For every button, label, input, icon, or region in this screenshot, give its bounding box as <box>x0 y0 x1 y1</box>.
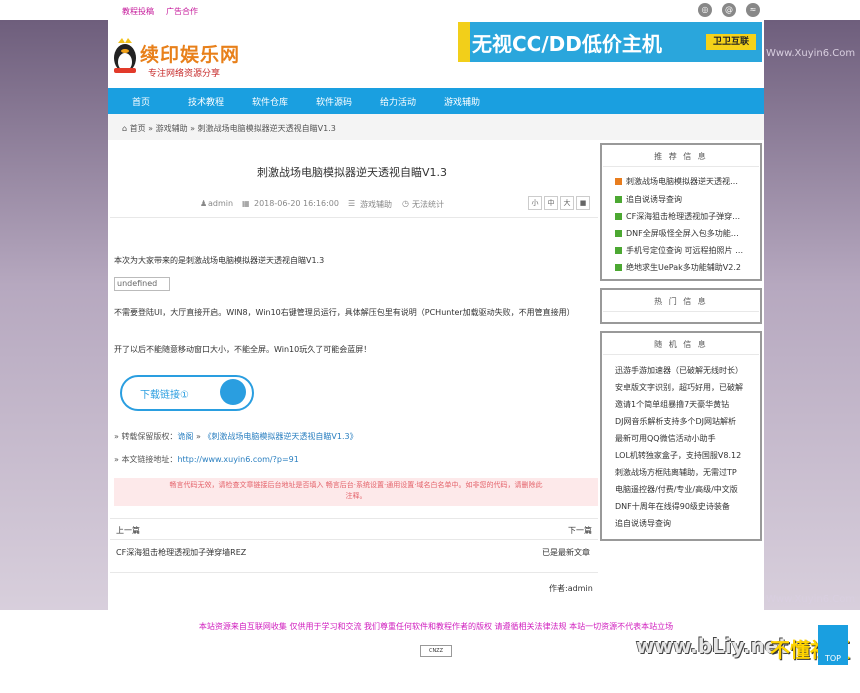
reprint-site-link[interactable]: 诡阁 <box>177 432 193 441</box>
random-item[interactable]: 安卓版文字识别，超巧好用，已破解 <box>615 382 743 393</box>
recommend-item[interactable]: 手机号定位查询 可远程拍照片 … <box>626 245 743 256</box>
nav-events[interactable]: 给力活动 <box>380 95 416 108</box>
article-date: 2018-06-20 16:16:00 <box>254 199 339 208</box>
weibo-icon[interactable]: @ <box>722 3 736 17</box>
hot-title: 热 门 信 息 <box>654 297 708 306</box>
site-watermark: Www.Xuyin6.Com <box>766 594 856 605</box>
cnzz-stats-badge[interactable]: CNZZ <box>420 645 452 657</box>
back-to-top-button[interactable]: TOP <box>818 625 848 665</box>
recommend-item[interactable]: 追自说诱导查询 <box>626 194 682 205</box>
top-link-contribute[interactable]: 教程投稿 <box>122 6 154 17</box>
permalink-line: » 本文链接地址：http://www.xuyin6.com/?p=91 <box>114 455 299 464</box>
reprint-title-link[interactable]: 《刺激战场电脑模拟器逆天透视自瞄V1.3》 <box>203 432 357 441</box>
banner-text: 无视CC/DD低价主机 <box>472 32 662 56</box>
list-bullet-icon <box>615 196 622 203</box>
qq-icon[interactable]: ◎ <box>698 3 712 17</box>
breadcrumb-category[interactable]: 游戏辅助 <box>156 124 188 133</box>
font-size-large-button[interactable]: 大 <box>560 196 574 210</box>
next-label: 下一篇 <box>568 526 592 535</box>
footer-disclaimer: 本站资源来自互联网收集 仅供用于学习和交流 我们尊重任何软件和教程作者的版权 请… <box>198 622 674 631</box>
article-paragraph-2: 开了以后不能随意移动窗口大小，不能全屏。Win10玩久了可能会蓝屏！ <box>114 345 372 354</box>
divider <box>110 572 598 573</box>
banner-badge: 卫卫互联 <box>706 34 756 50</box>
random-item[interactable]: LOL机转独家盒子，支持国服V8.12 <box>615 450 741 461</box>
site-watermark: Www.Xuyin6.Com <box>766 48 856 59</box>
next-article-link: 已是最新文章 <box>542 548 590 557</box>
article-stats: 无法统计 <box>412 200 444 209</box>
breadcrumb-current: 刺激战场电脑模拟器逆天透视自瞄V1.3 <box>197 124 336 133</box>
list-bullet-icon <box>615 213 622 220</box>
breadcrumb-separator: » <box>148 124 154 133</box>
font-size-small-button[interactable]: 小 <box>528 196 542 210</box>
list-bullet-icon <box>615 264 622 271</box>
breadcrumb-home[interactable]: 首页 <box>130 124 146 133</box>
recommend-item[interactable]: 绝地求生UePak多功能辅助V2.2 <box>626 262 741 273</box>
right-background <box>764 20 860 610</box>
stats-icon: ◷ <box>402 199 409 208</box>
author-line: 作者:admin <box>549 584 593 593</box>
prev-label: 上一篇 <box>116 526 140 535</box>
random-item[interactable]: 邀请1个简单组暴撸7天豪华黄钻 <box>615 399 729 410</box>
left-background <box>0 20 108 610</box>
article-category[interactable]: 游戏辅助 <box>360 199 392 210</box>
home-icon[interactable]: ⌂ <box>122 124 127 133</box>
recommend-item[interactable]: 刺激战场电脑模拟器逆天透视… <box>626 176 738 187</box>
nav-source[interactable]: 软件源码 <box>316 95 352 108</box>
recommend-item[interactable]: DNF全屏吸怪全屏入包多功能… <box>626 228 739 239</box>
download-toggle-icon[interactable] <box>220 379 246 405</box>
penguin-logo-icon[interactable] <box>112 38 138 74</box>
prev-article-link[interactable]: CF深海狙击枪理透视加子弹穿墙REZ <box>116 547 246 558</box>
random-item[interactable]: 最新可用QQ微信活动小助手 <box>615 433 716 444</box>
top-link-ads[interactable]: 广告合作 <box>166 6 198 17</box>
theme-toggle-button[interactable]: ■ <box>576 196 590 210</box>
download-label[interactable]: 下载链接① <box>140 386 189 401</box>
nav-tutorials[interactable]: 技术教程 <box>188 95 224 108</box>
recommend-item[interactable]: CF深海狙击枪理透视加子弹穿… <box>626 211 740 222</box>
brand-watermark: www.bLiy.net <box>636 634 788 658</box>
nav-game-tools[interactable]: 游戏辅助 <box>444 95 480 108</box>
author-icon: ♟ <box>200 199 208 208</box>
calendar-icon: ▦ <box>242 199 250 208</box>
banner-stripe <box>458 22 470 62</box>
site-logo-subtitle: 专注网络资源分享 <box>148 69 221 79</box>
divider <box>603 354 759 355</box>
divider <box>603 311 759 312</box>
random-item[interactable]: 追自说诱导查询 <box>615 518 671 529</box>
recommend-title: 推 荐 信 息 <box>654 152 708 161</box>
site-logo-title[interactable]: 续印娱乐网 <box>140 40 240 67</box>
article-intro: 本次为大家带来的是刺激战场电脑模拟器逆天透视自瞄V1.3 <box>114 256 325 265</box>
divider <box>110 539 598 540</box>
article-title: 刺激战场电脑模拟器逆天透视自瞄V1.3 <box>256 166 448 179</box>
list-bullet-icon <box>615 178 622 185</box>
article-author[interactable]: admin <box>208 199 233 208</box>
reprint-line: » 转载保留版权：诡阁 » 《刺激战场电脑模拟器逆天透视自瞄V1.3》 <box>114 432 358 441</box>
divider <box>110 217 598 218</box>
random-item[interactable]: 刺激战场方框陆离辅助，无需过TP <box>615 467 737 478</box>
article-image-placeholder: undefined <box>114 277 170 291</box>
rss-icon[interactable]: ≈ <box>746 3 760 17</box>
breadcrumb: ⌂ 首页 » 游戏辅助 » 刺激战场电脑模拟器逆天透视自瞄V1.3 <box>122 123 336 134</box>
divider <box>603 166 759 167</box>
divider <box>110 518 598 519</box>
permalink-url[interactable]: http://www.xuyin6.com/?p=91 <box>177 455 298 464</box>
comment-warning: 畅言代码无效，请检查文章链接后台地址是否填入 畅言后台·系统设置·通用设置·域名… <box>114 478 598 506</box>
random-title: 随 机 信 息 <box>654 340 708 349</box>
list-bullet-icon <box>615 247 622 254</box>
category-icon: ☰ <box>348 199 356 208</box>
breadcrumb-separator: » <box>190 124 196 133</box>
random-item[interactable]: 电脑遥控器/付费/专业/高级/中文版 <box>615 484 738 495</box>
font-size-medium-button[interactable]: 中 <box>544 196 558 210</box>
nav-home[interactable]: 首页 <box>132 95 150 108</box>
random-item[interactable]: 迅游手游加速器（已破解无线时长） <box>615 365 743 376</box>
nav-software[interactable]: 软件仓库 <box>252 95 288 108</box>
list-bullet-icon <box>615 230 622 237</box>
article-paragraph-1: 不需要登陆UI，大厅直接开启。WIN8，Win10右键管理员运行，具体解压包里有… <box>114 308 575 317</box>
random-item[interactable]: DJ网音乐解析支持多个DJ网站解析 <box>615 416 736 427</box>
random-item[interactable]: DNF十周年在线得90级史诗装备 <box>615 501 730 512</box>
